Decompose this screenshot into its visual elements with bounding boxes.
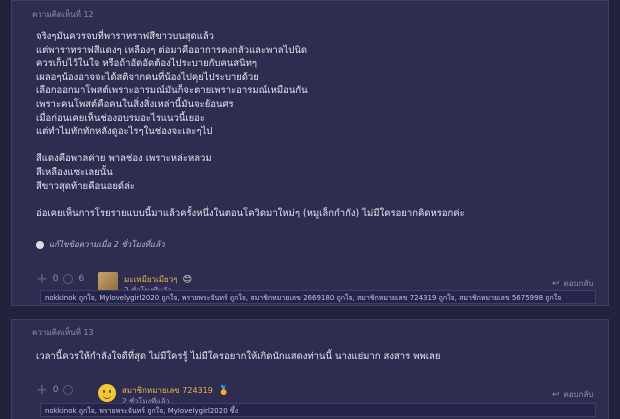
reply-label: ตอบกลับ (563, 279, 594, 288)
comment-header: ความคิดเห็นที่ 12 (32, 10, 94, 19)
comment-card-13: ความคิดเห็นที่ 13 เวลานี้ควรให้กำลังใจดี… (11, 319, 609, 419)
comment-body: เวลานี้ควรให้กำลังใจดีที่สุด ไม่มีใครรู้… (36, 350, 440, 364)
plus-vote-button[interactable]: + (36, 382, 48, 398)
comment-line: เวลานี้ควรให้กำลังใจดีที่สุด ไม่มีใครรู้… (36, 351, 441, 362)
comment-line: ควรเก็บไว้ในใจ หรือถ้าอัดอัดต้องไประบายก… (36, 58, 257, 70)
edit-icon (36, 240, 44, 249)
line-spacer (36, 193, 465, 207)
comment-line: สีเหลืองแซะเลยนั้น (36, 166, 113, 178)
comment-line: เมื่อก่อนเคยเห็นช่องอบรมอะไรแนวนี้เยอะ (36, 112, 205, 124)
author-name[interactable]: มะเหมียวเมียวๆ (124, 275, 178, 284)
reply-icon: ↩ (552, 389, 560, 400)
comment-header: ความคิดเห็นที่ 13 (32, 328, 94, 337)
line-spacer (36, 139, 465, 153)
avatar[interactable] (98, 271, 118, 292)
comment-card-12: ความคิดเห็นที่ 12 จริงๆมันควรจบที่พาราทร… (11, 0, 609, 306)
edited-text: แก้ไขข้อความเมื่อ 2 ชั่วโมงที่แล้ว (49, 240, 165, 249)
reply-button[interactable]: ↩ ตอบกลับ (552, 277, 593, 290)
vote-controls: + 0 (36, 382, 74, 398)
comment-line: อ่อเคยเห็นการโรยรายแบบนี้มาแล้วครั้งหนึ่… (36, 207, 465, 219)
avatar-smiley[interactable] (98, 383, 116, 402)
emotion-count: 6 (78, 274, 85, 284)
edited-note: แก้ไขข้อความเมื่อ 2 ชั่วโมงที่แล้ว (36, 238, 165, 251)
vote-count: 0 (52, 385, 59, 395)
reply-label: ตอบกลับ (563, 390, 594, 399)
plus-vote-button[interactable]: + (36, 271, 48, 287)
emotion-icon[interactable] (63, 274, 74, 284)
emotion-icon[interactable] (63, 385, 74, 395)
reply-button[interactable]: ↩ ตอบกลับ (552, 388, 593, 401)
comment-line: สีแดงคือพาลค่าย พาลช่อง เพราะหล่ะหลวม (36, 153, 212, 165)
author-name[interactable]: สมาชิกหมายเลข 724319 (122, 386, 213, 395)
comment-line: เลือกออกมาโพสต์เพราะอารมณ์มันก็จะตายเพรา… (36, 85, 308, 97)
smiley-icon: 😊 (182, 275, 192, 285)
comment-line: แต่ทำไมทักทักหลังดูอะไรๆในช่องจะเละๆไป (36, 126, 213, 138)
comment-line: เผลอๆน้องอาจจะได้สติจากคนที่น้องไปคุยไปร… (36, 71, 259, 83)
reply-icon: ↩ (552, 278, 560, 289)
comment-line: สีขาวสุดท้ายคือนอยด์ล่ะ (36, 180, 136, 192)
comment-body: จริงๆมันควรจบที่พาราทราฟสีขาวบนสุดแล้ว แ… (36, 30, 465, 220)
vote-count: 0 (52, 274, 59, 284)
badge-icon: 🏅 (217, 386, 230, 396)
vote-controls: + 0 6 (36, 271, 84, 287)
comment-line: เพราะคนโพสต์คือคนในสิ่งสิ่งเหล่านี้มันจะ… (36, 98, 234, 110)
reactions-list: nokkinok ถูกใจ, Mylovelygirl2020 ถูกใจ, … (40, 290, 596, 304)
comment-line: แต่พาราทราฟสีแดงๆ เหลืองๆ ต่อมาคืออาการค… (36, 44, 308, 56)
comment-line: จริงๆมันควรจบที่พาราทราฟสีขาวบนสุดแล้ว (36, 31, 215, 42)
reactions-list: nokkinok ถูกใจ, พรายพระจันทร์ ถูกใจ, Myl… (40, 403, 596, 417)
